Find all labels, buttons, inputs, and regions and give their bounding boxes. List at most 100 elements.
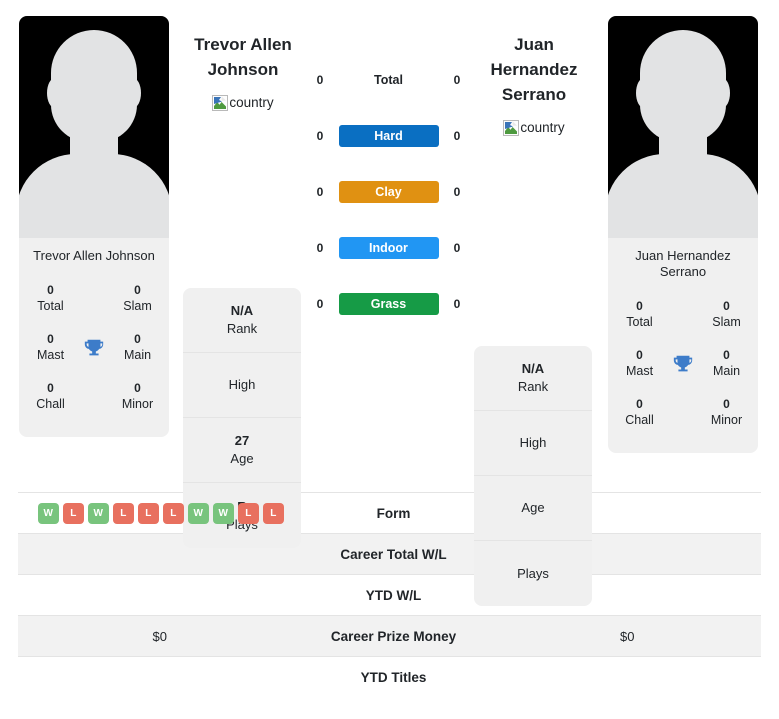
title-label: Total: [626, 315, 653, 329]
form-badge-loss[interactable]: L: [162, 502, 184, 524]
table-row-ytd-titles: YTD Titles: [18, 657, 761, 698]
title-value: 0: [134, 381, 141, 395]
title-label: Total: [37, 299, 64, 313]
player-info-panel-right: N/A Rank High Age Plays: [474, 346, 592, 606]
title-stat: 0 Main: [106, 331, 169, 364]
table-row-label: Career Prize Money: [330, 628, 457, 644]
surface-badge-indoor[interactable]: Indoor: [338, 237, 439, 259]
titles-row: 0 Mast 0 Main: [608, 339, 758, 388]
info-label: Plays: [517, 565, 549, 581]
info-cell-high: High: [183, 353, 301, 418]
player-card-right[interactable]: Juan Hernandez Serrano 0 Total 0 Slam 0: [608, 16, 758, 453]
title-label: Chall: [36, 397, 65, 411]
comparison-header: Trevor Allen Johnson 0 Total 0 Slam 0 Ma…: [0, 0, 779, 606]
form-cell-left: WLWLLLWWLL: [18, 502, 294, 524]
table-row-label: Career Total W/L: [340, 546, 447, 562]
silhouette-ear-right: [714, 78, 730, 108]
surface-count-right: 0: [453, 241, 461, 255]
player-card-name-right: Juan Hernandez Serrano: [635, 248, 731, 279]
surface-titles-column: 0 Total 0 0 Hard 0 0 Clay 0 0 Indoor 0 0: [313, 8, 464, 316]
trophy-icon: [82, 337, 106, 359]
surface-badge-hard[interactable]: Hard: [338, 125, 439, 147]
trophy-icon: [671, 353, 695, 375]
table-row-label: YTD W/L: [365, 587, 422, 603]
title-value: 0: [723, 397, 730, 411]
titles-row: 0 Chall 0 Minor: [608, 388, 758, 437]
info-label: Rank: [226, 321, 258, 336]
form-badge-loss[interactable]: L: [137, 502, 159, 524]
country-flag-right: country: [503, 119, 565, 137]
surface-label-total: Total: [374, 73, 403, 87]
title-value: 0: [723, 348, 730, 362]
title-value: 0: [723, 299, 730, 313]
player-portrait-left: [19, 16, 169, 238]
player-titles-right: 0 Total 0 Slam 0 Mast 0 Main 0 Chall 0 M…: [608, 286, 758, 453]
form-badge-loss[interactable]: L: [237, 502, 259, 524]
title-stat: 0 Minor: [106, 380, 169, 413]
broken-image-icon: [212, 95, 229, 111]
silhouette-ear-right: [125, 78, 141, 108]
form-badge-loss[interactable]: L: [112, 502, 134, 524]
surface-row-clay: 0 Clay 0: [313, 180, 464, 204]
title-value: 0: [134, 332, 141, 346]
title-label: Minor: [121, 397, 154, 411]
player-name-block-left: Trevor Allen Johnson country N/A Rank Hi…: [183, 8, 303, 548]
table-row-career-prize-money: $0 Career Prize Money $0: [18, 616, 761, 657]
player-portrait-right: [608, 16, 758, 238]
silhouette-head: [640, 30, 726, 142]
title-stat: 0 Slam: [695, 298, 758, 331]
player-card-left[interactable]: Trevor Allen Johnson 0 Total 0 Slam 0 Ma…: [19, 16, 169, 437]
title-value: 0: [636, 397, 643, 411]
titles-row: 0 Chall 0 Minor: [19, 372, 169, 421]
form-badge-loss[interactable]: L: [62, 502, 84, 524]
form-badge-win[interactable]: W: [87, 502, 109, 524]
titles-row: 0 Total 0 Slam: [608, 290, 758, 339]
surface-count-right: 0: [453, 185, 461, 199]
title-label: Chall: [625, 413, 654, 427]
title-value: 0: [636, 348, 643, 362]
surface-count-left: 0: [316, 297, 324, 311]
player-card-name-left: Trevor Allen Johnson: [33, 248, 155, 263]
title-label: Mast: [36, 348, 65, 362]
table-row-label: Form: [376, 505, 411, 521]
title-label: Slam: [712, 315, 741, 329]
title-stat: 0 Chall: [19, 380, 82, 413]
info-value: N/A: [521, 361, 545, 376]
form-badge-loss[interactable]: L: [262, 502, 284, 524]
surface-count-left: 0: [316, 73, 324, 87]
title-value: 0: [47, 283, 54, 297]
title-label: Main: [123, 348, 152, 362]
surface-count-right: 0: [453, 297, 461, 311]
table-row-career-total-wl: Career Total W/L: [18, 534, 761, 575]
title-stat: 0 Chall: [608, 396, 671, 429]
title-label: Mast: [625, 364, 654, 378]
form-badge-win[interactable]: W: [187, 502, 209, 524]
surface-badge-grass[interactable]: Grass: [338, 293, 439, 315]
title-label: Minor: [710, 413, 743, 427]
player-name-right: Juan Hernandez Serrano: [490, 35, 578, 104]
player-comparison-page: Trevor Allen Johnson 0 Total 0 Slam 0 Ma…: [0, 0, 779, 719]
broken-image-icon: [503, 120, 520, 136]
value-right: $0: [620, 628, 635, 644]
info-cell-high: High: [474, 411, 592, 476]
title-stat: 0 Main: [695, 347, 758, 380]
surface-badge-clay[interactable]: Clay: [338, 181, 439, 203]
country-flag-left: country: [212, 94, 274, 112]
title-stat: 0 Mast: [608, 347, 671, 380]
silhouette-head: [51, 30, 137, 142]
titles-row: 0 Total 0 Slam: [19, 274, 169, 323]
info-cell-rank: N/A Rank: [183, 288, 301, 353]
surface-count-right: 0: [453, 129, 461, 143]
form-badge-win[interactable]: W: [212, 502, 234, 524]
title-stat: 0 Mast: [19, 331, 82, 364]
surface-row-indoor: 0 Indoor 0: [313, 236, 464, 260]
info-value: 27: [234, 433, 250, 448]
form-badge-win[interactable]: W: [37, 502, 59, 524]
title-stat: 0 Minor: [695, 396, 758, 429]
title-label: Main: [712, 364, 741, 378]
table-row-label: YTD Titles: [360, 670, 427, 685]
player-name-left: Trevor Allen Johnson: [194, 35, 292, 79]
surface-count-left: 0: [316, 241, 324, 255]
title-value: 0: [636, 299, 643, 313]
table-row-form: WLWLLLWWLL Form: [18, 493, 761, 534]
